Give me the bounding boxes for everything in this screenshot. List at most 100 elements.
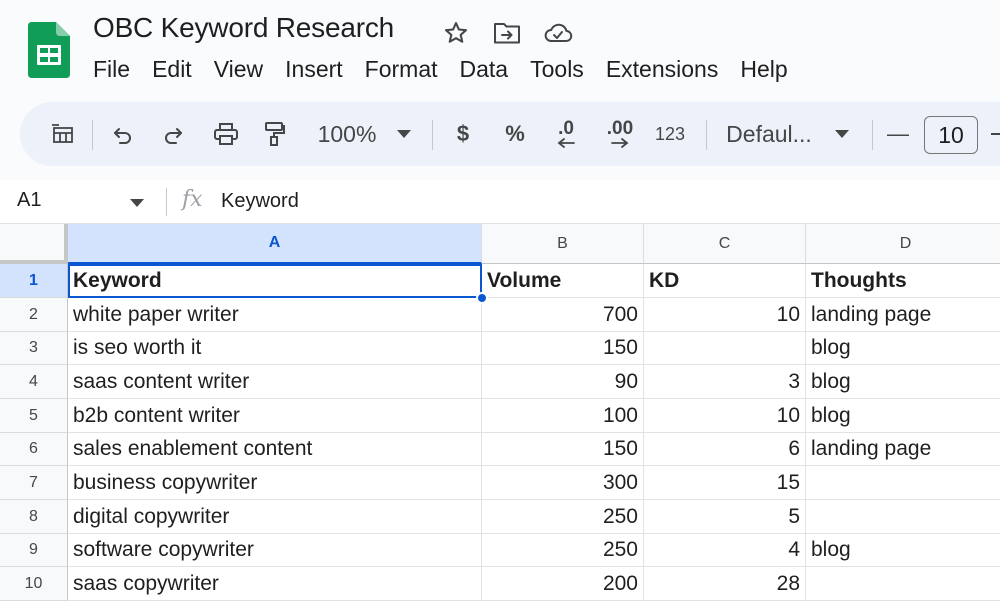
cell-c1[interactable]: KD — [644, 264, 806, 298]
row-header-3[interactable]: 3 — [0, 332, 68, 365]
sheets-logo-icon[interactable] — [28, 22, 70, 78]
cell-d4[interactable]: blog — [806, 365, 1000, 399]
select-all-corner[interactable] — [0, 224, 68, 264]
cell-d9[interactable]: blog — [806, 534, 1000, 567]
row-header-1[interactable]: 1 — [0, 264, 68, 298]
font-size-input[interactable]: 10 — [924, 116, 978, 154]
arrow-right-icon — [611, 138, 629, 148]
column-header-d[interactable]: D — [806, 224, 1000, 264]
more-formats-button[interactable]: 123 — [650, 116, 690, 152]
arrow-left-icon — [557, 138, 575, 148]
font-chevron-down-icon[interactable] — [832, 116, 852, 152]
cell-b7[interactable]: 300 — [482, 466, 644, 500]
formula-bar: A1 fx Keyword — [0, 180, 1000, 224]
cell-a7[interactable]: business copywriter — [68, 466, 482, 500]
percent-format-button[interactable]: % — [500, 116, 530, 152]
menu-data[interactable]: Data — [449, 54, 520, 88]
cell-d5[interactable]: blog — [806, 399, 1000, 433]
font-family-select[interactable]: Defaul... — [724, 116, 814, 152]
fill-handle[interactable] — [476, 292, 488, 304]
cell-a9[interactable]: software copywriter — [68, 534, 482, 567]
row-header-7[interactable]: 7 — [0, 466, 68, 500]
cell-a3[interactable]: is seo worth it — [68, 332, 482, 365]
cell-a5[interactable]: b2b content writer — [68, 399, 482, 433]
cell-b9[interactable]: 250 — [482, 534, 644, 567]
menu-file[interactable]: File — [82, 54, 141, 88]
row-header-6[interactable]: 6 — [0, 433, 68, 466]
cell-b5[interactable]: 100 — [482, 399, 644, 433]
menu-tools[interactable]: Tools — [519, 54, 595, 88]
spreadsheet-grid: A B C D 1 Keyword Volume KD Thoughts 2 w… — [0, 224, 1000, 602]
decrease-font-size-button[interactable]: — — [886, 116, 910, 152]
cell-d7[interactable] — [806, 466, 1000, 500]
row-header-9[interactable]: 9 — [0, 534, 68, 567]
menu-format[interactable]: Format — [354, 54, 449, 88]
name-box[interactable]: A1 — [17, 189, 41, 212]
zoom-select[interactable]: 100% — [314, 116, 380, 152]
column-header-c[interactable]: C — [644, 224, 806, 264]
cell-c8[interactable]: 5 — [644, 500, 806, 534]
document-title[interactable]: OBC Keyword Research — [93, 12, 394, 44]
fx-icon: fx — [182, 187, 203, 212]
cloud-saved-icon[interactable] — [543, 18, 573, 48]
row-header-4[interactable]: 4 — [0, 365, 68, 399]
cell-b1[interactable]: Volume — [482, 264, 644, 298]
cell-a2[interactable]: white paper writer — [68, 298, 482, 332]
menus-search-icon[interactable] — [48, 116, 78, 152]
menu-view[interactable]: View — [203, 54, 274, 88]
cell-d8[interactable] — [806, 500, 1000, 534]
menu-extensions[interactable]: Extensions — [595, 54, 730, 88]
cell-c4[interactable]: 3 — [644, 365, 806, 399]
menu-edit[interactable]: Edit — [141, 54, 203, 88]
toolbar: 100% $ % .0 .00 123 Defaul... — 10 — [20, 102, 1000, 166]
menu-insert[interactable]: Insert — [274, 54, 354, 88]
column-header-a[interactable]: A — [68, 224, 482, 264]
move-to-folder-icon[interactable] — [492, 18, 522, 48]
increase-decimal-label: .00 — [606, 118, 634, 139]
decrease-decimal-button[interactable]: .0 — [548, 116, 584, 152]
cell-c3[interactable] — [644, 332, 806, 365]
paint-format-icon[interactable] — [260, 116, 290, 152]
currency-format-button[interactable]: $ — [450, 116, 476, 152]
cell-c2[interactable]: 10 — [644, 298, 806, 332]
star-icon[interactable] — [441, 18, 471, 48]
increase-font-size-button[interactable] — [988, 116, 1000, 152]
cell-a10[interactable]: saas copywriter — [68, 567, 482, 601]
menu-help[interactable]: Help — [729, 54, 798, 88]
cell-d3[interactable]: blog — [806, 332, 1000, 365]
row-header-10[interactable]: 10 — [0, 567, 68, 601]
cell-c5[interactable]: 10 — [644, 399, 806, 433]
undo-icon[interactable] — [108, 116, 138, 152]
chevron-down-icon[interactable] — [394, 116, 414, 152]
cell-c7[interactable]: 15 — [644, 466, 806, 500]
cell-d2[interactable]: landing page — [806, 298, 1000, 332]
menu-bar: File Edit View Insert Format Data Tools … — [82, 54, 799, 88]
cell-d10[interactable] — [806, 567, 1000, 601]
cell-c6[interactable]: 6 — [644, 433, 806, 466]
cell-c9[interactable]: 4 — [644, 534, 806, 567]
row-header-5[interactable]: 5 — [0, 399, 68, 433]
row-header-2[interactable]: 2 — [0, 298, 68, 332]
name-box-chevron-down-icon[interactable] — [130, 194, 144, 212]
cell-b8[interactable]: 250 — [482, 500, 644, 534]
cell-b4[interactable]: 90 — [482, 365, 644, 399]
cell-b2[interactable]: 700 — [482, 298, 644, 332]
redo-icon[interactable] — [158, 116, 188, 152]
cell-b3[interactable]: 150 — [482, 332, 644, 365]
cell-c10[interactable]: 28 — [644, 567, 806, 601]
increase-decimal-button[interactable]: .00 — [600, 116, 640, 152]
app-header: OBC Keyword Research File Edit View Inse… — [0, 0, 1000, 100]
cell-a1[interactable]: Keyword — [68, 264, 482, 298]
decrease-decimal-label: .0 — [558, 118, 574, 139]
column-header-b[interactable]: B — [482, 224, 644, 264]
print-icon[interactable] — [210, 116, 242, 152]
cell-a8[interactable]: digital copywriter — [68, 500, 482, 534]
cell-b6[interactable]: 150 — [482, 433, 644, 466]
cell-a4[interactable]: saas content writer — [68, 365, 482, 399]
row-header-8[interactable]: 8 — [0, 500, 68, 534]
cell-d1[interactable]: Thoughts — [806, 264, 1000, 298]
formula-input[interactable]: Keyword — [221, 190, 299, 213]
cell-d6[interactable]: landing page — [806, 433, 1000, 466]
cell-b10[interactable]: 200 — [482, 567, 644, 601]
cell-a6[interactable]: sales enablement content — [68, 433, 482, 466]
